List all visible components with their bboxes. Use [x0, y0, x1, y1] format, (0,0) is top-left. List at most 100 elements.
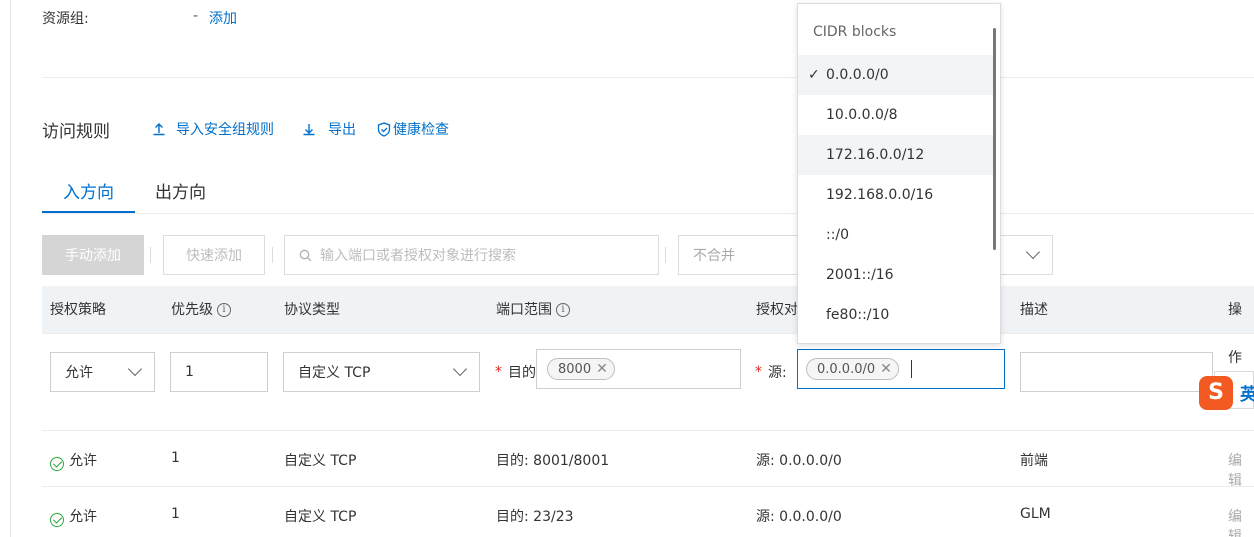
text-cursor	[910, 360, 912, 378]
export-button[interactable]: 导出	[302, 119, 356, 139]
rules-title: 访问规则	[42, 122, 110, 142]
separator	[150, 247, 151, 263]
dropdown-option[interactable]: ::/0	[798, 215, 994, 255]
option-label: 0.0.0.0/0	[826, 67, 889, 83]
row-divider	[42, 430, 1254, 431]
export-label: 导出	[328, 122, 356, 138]
ime-language-indicator[interactable]: 英	[1240, 380, 1254, 405]
protocol-select-value: 自定义 TCP	[298, 365, 371, 381]
header-priority-label: 优先级	[171, 302, 213, 318]
search-input[interactable]: 输入端口或者授权对象进行搜索	[284, 235, 659, 275]
header-divider	[42, 333, 1254, 334]
row-port: 目的: 8001/8001	[496, 453, 610, 469]
health-check-button[interactable]: 健康检查	[377, 119, 449, 139]
source-tag-label: 0.0.0.0/0	[817, 361, 876, 377]
policy-select[interactable]: 允许	[50, 352, 155, 392]
chevron-down-icon	[127, 361, 143, 377]
edit-link[interactable]: 编辑	[1228, 506, 1254, 537]
header-desc: 描述	[1020, 302, 1048, 318]
row-priority: 1	[171, 506, 180, 522]
separator	[272, 247, 273, 263]
check-icon: ✓	[808, 67, 820, 83]
header-ops: 操作	[1228, 302, 1242, 366]
policy-select-value: 允许	[65, 365, 93, 381]
cidr-dropdown: CIDR blocks ✓ 0.0.0.0/0 10.0.0.0/8 172.1…	[797, 3, 1001, 344]
source-prefix: 源:	[768, 365, 787, 381]
import-rules-label: 导入安全组规则	[176, 122, 274, 138]
row-protocol: 自定义 TCP	[284, 509, 357, 525]
port-tag[interactable]: 8000 ✕	[547, 358, 615, 380]
add-resource-group-link[interactable]: 添加	[209, 8, 237, 28]
port-input[interactable]: 8000 ✕	[536, 349, 741, 389]
option-label: ::/0	[826, 227, 850, 243]
merge-select-value: 不合并	[693, 248, 735, 264]
row-priority: 1	[171, 450, 180, 466]
import-rules-button[interactable]: 导入安全组规则	[152, 119, 274, 139]
edit-link[interactable]: 编辑	[1228, 450, 1254, 490]
table-row: 允许	[50, 506, 97, 527]
left-border	[10, 0, 11, 537]
tabs-divider	[42, 213, 1254, 214]
dropdown-group-header: CIDR blocks	[813, 24, 897, 40]
sogou-ime-icon[interactable]: S	[1199, 376, 1233, 410]
dropdown-option[interactable]: ✓ 0.0.0.0/0	[798, 55, 994, 95]
header-policy: 授权策略	[50, 302, 106, 318]
protocol-select[interactable]: 自定义 TCP	[283, 352, 480, 392]
header-priority: 优先级 i	[171, 286, 231, 334]
port-field-label: * 目的	[495, 362, 536, 382]
health-check-label: 健康检查	[393, 122, 449, 138]
row-description: GLM	[1020, 506, 1051, 522]
search-placeholder: 输入端口或者授权对象进行搜索	[320, 248, 516, 264]
option-label: fe80::/10	[826, 307, 890, 323]
header-port: 端口范围 i	[496, 286, 570, 334]
row-source: 源: 0.0.0.0/0	[756, 453, 842, 469]
row-policy: 允许	[69, 509, 97, 525]
row-description: 前端	[1020, 453, 1048, 469]
quick-add-button[interactable]: 快速添加	[163, 235, 265, 275]
download-icon	[303, 124, 315, 136]
info-icon[interactable]: i	[556, 303, 570, 317]
description-input[interactable]	[1020, 352, 1213, 392]
dropdown-option[interactable]: fe80::/10	[798, 295, 994, 335]
info-icon[interactable]: i	[217, 303, 231, 317]
shield-check-icon	[377, 121, 391, 137]
resource-group-label: 资源组:	[42, 11, 89, 27]
priority-input[interactable]: 1	[170, 352, 268, 392]
upload-icon	[153, 123, 165, 136]
row-protocol: 自定义 TCP	[284, 453, 357, 469]
chevron-down-icon	[1025, 244, 1041, 260]
required-marker: *	[755, 364, 762, 380]
close-icon[interactable]: ✕	[880, 361, 892, 377]
source-input[interactable]: 0.0.0.0/0 ✕	[797, 349, 1005, 389]
header-auth: 授权对	[756, 302, 798, 318]
tab-outbound[interactable]: 出方向	[155, 178, 206, 203]
search-icon	[299, 249, 312, 261]
port-prefix: 目的	[508, 365, 536, 381]
dropdown-option[interactable]: 2001::/16	[798, 255, 994, 295]
check-circle-icon	[50, 457, 64, 471]
chevron-down-icon	[452, 361, 468, 377]
source-tag[interactable]: 0.0.0.0/0 ✕	[806, 358, 899, 380]
divider	[42, 77, 1254, 78]
manual-add-button[interactable]: 手动添加	[42, 235, 144, 275]
table-row: 允许	[50, 450, 97, 471]
resource-group-value: -	[193, 8, 199, 24]
header-protocol: 协议类型	[284, 302, 340, 318]
dropdown-option[interactable]: 172.16.0.0/12	[798, 135, 994, 175]
dropdown-option[interactable]: 10.0.0.0/8	[798, 95, 994, 135]
option-label: 192.168.0.0/16	[826, 187, 934, 203]
row-port: 目的: 23/23	[496, 509, 574, 525]
source-field-label: * 源:	[755, 362, 787, 382]
port-tag-label: 8000	[558, 361, 592, 377]
dropdown-option[interactable]: 192.168.0.0/16	[798, 175, 994, 215]
close-icon[interactable]: ✕	[596, 361, 608, 377]
dropdown-scrollbar[interactable]	[993, 28, 996, 250]
option-label: 10.0.0.0/8	[826, 107, 898, 123]
option-label: 2001::/16	[826, 267, 894, 283]
tab-inbound[interactable]: 入方向	[42, 178, 135, 203]
required-marker: *	[495, 364, 502, 380]
header-port-label: 端口范围	[496, 302, 552, 318]
separator	[665, 247, 666, 263]
row-source: 源: 0.0.0.0/0	[756, 509, 842, 525]
option-label: 172.16.0.0/12	[826, 147, 925, 163]
